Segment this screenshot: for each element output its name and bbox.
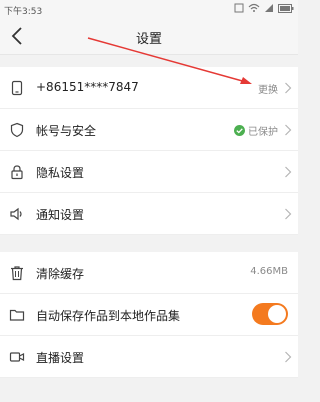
chevron-right-icon [285, 82, 292, 94]
privacy-settings-label: 隐私设置 [36, 166, 85, 180]
toggle-knob [268, 305, 286, 323]
clear-cache-label: 清除缓存 [36, 267, 85, 281]
auto-save-row: 自动保存作品到本地作品集 [0, 294, 298, 336]
folder-icon [9, 309, 25, 321]
bottom-spacer [0, 378, 298, 402]
wifi-icon [248, 3, 260, 12]
phone-icon [11, 80, 23, 96]
status-icons [234, 3, 294, 13]
video-camera-icon [9, 352, 25, 362]
sim-icon [234, 3, 244, 13]
battery-icon [278, 3, 294, 13]
check-circle-icon [234, 125, 245, 136]
chevron-right-icon [285, 166, 292, 178]
auto-save-toggle[interactable] [252, 303, 288, 325]
notification-settings-label: 通知设置 [36, 208, 85, 222]
privacy-settings-row[interactable]: 隐私设置 [0, 151, 298, 193]
trash-icon [11, 266, 23, 281]
shield-icon [10, 122, 24, 138]
chevron-right-icon [285, 124, 292, 136]
phone-number-label: +86151****7847 [36, 80, 139, 94]
cache-size: 4.66MB [250, 266, 288, 277]
status-time: 下午3:53 [4, 7, 43, 17]
navigation-bar: 设置 [0, 18, 298, 55]
phone-number-row[interactable]: +86151****7847 更换 [0, 67, 298, 109]
clear-cache-row[interactable]: 清除缓存 4.66MB [0, 252, 298, 294]
lock-icon [11, 165, 23, 180]
live-settings-label: 直播设置 [36, 351, 85, 365]
section-divider [0, 55, 298, 67]
protected-status-text: 已保护 [248, 127, 278, 138]
notification-settings-row[interactable]: 通知设置 [0, 193, 298, 235]
protected-status: 已保护 [234, 123, 278, 138]
change-phone-link[interactable]: 更换 [258, 81, 278, 96]
page-title: 设置 [135, 32, 162, 47]
account-security-row[interactable]: 帐号与安全 已保护 [0, 109, 298, 151]
account-security-label: 帐号与安全 [36, 124, 97, 138]
chevron-right-icon [285, 208, 292, 220]
speaker-icon [10, 207, 22, 221]
status-bar: 下午3:53 [0, 0, 298, 18]
live-settings-row[interactable]: 直播设置 [0, 336, 298, 378]
signal-icon [265, 4, 273, 12]
change-phone-text: 更换 [258, 85, 278, 96]
section-divider [0, 235, 298, 252]
chevron-right-icon [285, 351, 292, 363]
auto-save-label: 自动保存作品到本地作品集 [36, 309, 181, 323]
